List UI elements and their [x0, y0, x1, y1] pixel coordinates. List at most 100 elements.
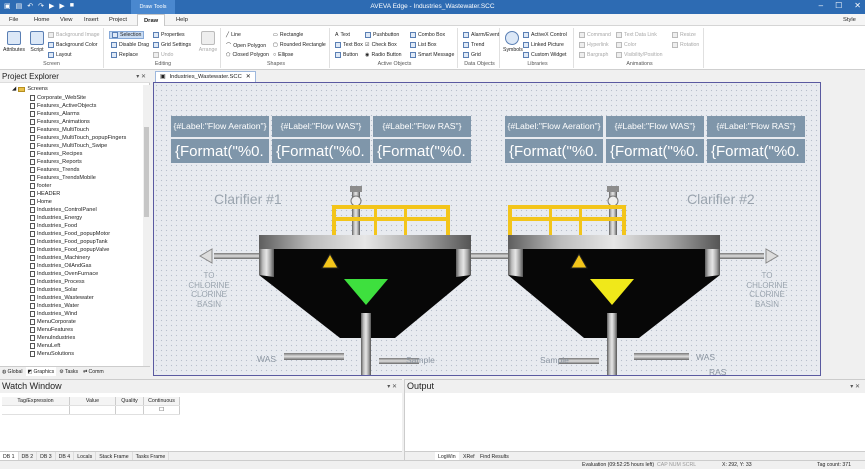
rotation-button[interactable]: Rotation [672, 42, 699, 48]
explorer-scrollbar[interactable] [143, 85, 150, 366]
tree-node-screen[interactable]: Industries_Food_popupValve [30, 246, 109, 254]
pin-icon[interactable]: ▾ ✕ [387, 383, 397, 390]
tab-insert[interactable]: Insert [84, 17, 99, 23]
tab-graphics[interactable]: ◩ Graphics [25, 367, 57, 376]
column-quality[interactable]: Quality [116, 397, 144, 405]
tree-node-screen[interactable]: MenuIndustries [30, 334, 75, 342]
canvas-scrollbar[interactable] [850, 82, 865, 376]
properties-button[interactable]: Properties [153, 32, 185, 38]
tree-node-screen[interactable]: MenuFeatures [30, 326, 73, 334]
symbols-button[interactable]: Symbols [503, 31, 523, 53]
tree-node-screen[interactable]: footer [30, 182, 51, 190]
tree-node-screen[interactable]: MenuCorporate [30, 318, 76, 326]
minimize-button[interactable]: – [819, 1, 823, 10]
disable-drag-button[interactable]: Disable Drag [111, 42, 149, 48]
grid-button[interactable]: Grid [463, 52, 481, 58]
pin-icon[interactable]: ▾ ✕ [136, 73, 146, 80]
tree-node-screen[interactable]: HEADER [30, 190, 60, 198]
undo-button[interactable]: Undo [153, 52, 173, 58]
tree-node-screen[interactable]: Features_Reports [30, 158, 82, 166]
tree-node-screen[interactable]: Features_Animations [30, 118, 90, 126]
linked-picture-button[interactable]: Linked Picture [523, 42, 564, 48]
color-button[interactable]: Color [616, 42, 636, 48]
line-button[interactable]: ╱ Line [226, 32, 241, 38]
tree-node-screen[interactable]: Industries_OvenFurnace [30, 270, 98, 278]
label-flow-was-1[interactable]: {#Label:"Flow WAS"} [272, 116, 370, 137]
close-button[interactable]: ✕ [854, 1, 861, 10]
selection-button[interactable]: Selection [109, 31, 145, 39]
layout-button[interactable]: Layout [48, 52, 72, 58]
text-button[interactable]: A Text [335, 32, 350, 38]
column-continuous[interactable]: Continuous [144, 397, 180, 405]
pin-icon[interactable]: ▾ ✕ [850, 383, 860, 390]
tree-node-screen[interactable]: MenuSolutions [30, 350, 74, 358]
script-button[interactable]: Script [29, 31, 45, 53]
list-box-button[interactable]: List Box [410, 42, 436, 48]
style-menu[interactable]: Style [843, 17, 856, 23]
resize-button[interactable]: Resize [672, 32, 696, 38]
tab-comm[interactable]: ⇄ Comm [81, 367, 106, 376]
tab-project[interactable]: Project [109, 17, 127, 23]
tab-global[interactable]: ◍ Global [0, 367, 25, 376]
column-value[interactable]: Value [70, 397, 116, 405]
format-field-ras-2[interactable]: {Format("%0. [707, 139, 805, 163]
check-box-button[interactable]: ☑ Check Box [365, 42, 397, 48]
tree-node-screen[interactable]: Industries_Wind [30, 310, 77, 318]
alarm-event-button[interactable]: Alarm/Event [463, 32, 499, 38]
open-polygon-button[interactable]: ⌒ Open Polygon [226, 42, 266, 50]
closed-polygon-button[interactable]: ⬠ Closed Polygon [226, 52, 269, 58]
hyperlink-button[interactable]: Hyperlink [579, 42, 609, 48]
tree-node-screen[interactable]: Features_ActiveObjects [30, 102, 96, 110]
visibility-position-button[interactable]: Visibility/Position [616, 52, 663, 58]
button-button[interactable]: Button [335, 52, 358, 58]
tree-node-screen[interactable]: Industries_Machinery [30, 254, 90, 262]
label-flow-aeration-1[interactable]: {#Label:"Flow Aeration"} [171, 116, 269, 137]
tree-node-screen[interactable]: Industries_Food_popupTank [30, 238, 108, 246]
tree-node-screen[interactable]: Industries_Wastewater [30, 294, 94, 302]
activex-control-button[interactable]: ActiveX Control [523, 32, 567, 38]
tree-node-screen[interactable]: Industries_OilAndGas [30, 262, 91, 270]
command-button[interactable]: Command [579, 32, 611, 38]
label-flow-ras-2[interactable]: {#Label:"Flow RAS"} [707, 116, 805, 137]
tree-node-screen[interactable]: Features_MultiTouch_popupFingers [30, 134, 126, 142]
tree-node-screen[interactable]: Features_TrendsMobile [30, 174, 96, 182]
maximize-button[interactable]: ☐ [835, 1, 842, 10]
smart-message-button[interactable]: Smart Message [410, 52, 454, 58]
continuous-checkbox[interactable]: ☐ [144, 406, 180, 414]
custom-widget-button[interactable]: Custom Widget [523, 52, 566, 58]
pushbutton-button[interactable]: Pushbutton [365, 32, 399, 38]
format-field-was-1[interactable]: {Format("%0. [272, 139, 370, 163]
format-field-aeration-2[interactable]: {Format("%0. [505, 139, 603, 163]
explorer-scroll-thumb[interactable] [144, 127, 149, 217]
grid-settings-button[interactable]: Grid Settings [153, 42, 191, 48]
tab-help[interactable]: Help [176, 17, 188, 23]
tree-node-screen[interactable]: Features_Recipes [30, 150, 82, 158]
background-image-button[interactable]: Background Image [48, 32, 100, 38]
tab-view[interactable]: View [60, 17, 72, 23]
label-flow-was-2[interactable]: {#Label:"Flow WAS"} [606, 116, 704, 137]
format-field-aeration-1[interactable]: {Format("%0. [171, 139, 269, 163]
rectangle-button[interactable]: ▭ Rectangle [273, 32, 303, 38]
ellipse-button[interactable]: ○ Ellipse [273, 52, 293, 58]
tab-home[interactable]: Home [34, 17, 49, 23]
tree-node-screen[interactable]: Industries_Solar [30, 286, 77, 294]
tab-tasks[interactable]: ⚙ Tasks [57, 367, 80, 376]
column-tag-expression[interactable]: Tag/Expression [2, 397, 70, 405]
collapse-icon[interactable]: ◢ [12, 86, 16, 92]
rounded-rectangle-button[interactable]: ▢ Rounded Rectangle [273, 42, 326, 48]
label-flow-ras-1[interactable]: {#Label:"Flow RAS"} [373, 116, 471, 137]
tree-node-screen[interactable]: Features_Alarms [30, 110, 80, 118]
tree-node-screen[interactable]: Industries_Process [30, 278, 85, 286]
tree-node-screen[interactable]: Industries_Energy [30, 214, 82, 222]
text-data-link-button[interactable]: Text Data Link [616, 32, 657, 38]
radio-button-button[interactable]: ◉ Radio Button [365, 52, 402, 58]
tree-node-screen[interactable]: Industries_Food_popupMotor [30, 230, 110, 238]
tree-node-screen[interactable]: Industries_ControlPanel [30, 206, 97, 214]
format-field-was-2[interactable]: {Format("%0. [606, 139, 704, 163]
trend-button[interactable]: Trend [463, 42, 484, 48]
bargraph-button[interactable]: Bargraph [579, 52, 608, 58]
close-tab-icon[interactable]: ✕ [246, 74, 251, 80]
tree-node-screens[interactable]: ◢ Screens [12, 85, 48, 93]
tree-node-screen[interactable]: Industries_Food [30, 222, 77, 230]
tree-node-screen[interactable]: MenuLeft [30, 342, 60, 350]
